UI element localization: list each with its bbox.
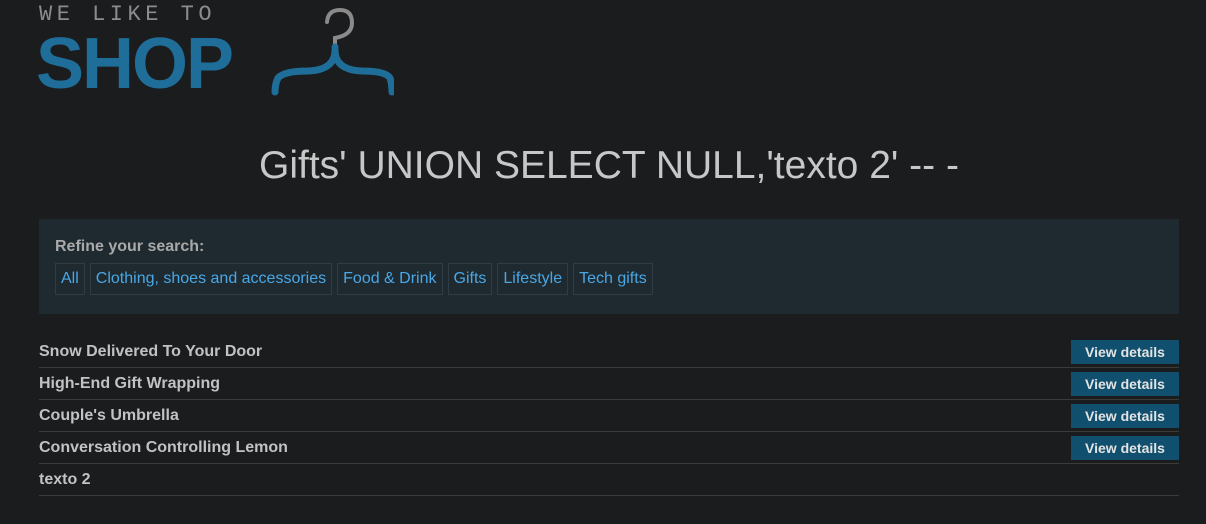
view-details-button[interactable]: View details [1071,340,1179,364]
filter-link-lifestyle[interactable]: Lifestyle [497,263,569,295]
logo-word: SHOP [36,24,234,104]
product-name: texto 2 [39,471,91,488]
product-list: Snow Delivered To Your Door View details… [39,336,1179,496]
filter-link-food-drink[interactable]: Food & Drink [337,263,443,295]
product-row: texto 2 [39,464,1179,496]
hanger-icon [271,7,394,96]
product-name: Conversation Controlling Lemon [39,439,288,456]
product-row: Snow Delivered To Your Door View details [39,336,1179,368]
filter-link-tech-gifts[interactable]: Tech gifts [573,263,653,295]
filter-links: All Clothing, shoes and accessories Food… [55,263,653,295]
filter-link-clothing[interactable]: Clothing, shoes and accessories [89,263,333,295]
view-details-button[interactable]: View details [1071,436,1179,460]
view-details-button[interactable]: View details [1071,404,1179,428]
product-row: Conversation Controlling Lemon View deta… [39,432,1179,464]
logo[interactable]: WE LIKE TO SHOP [36,2,398,104]
view-details-button[interactable]: View details [1071,372,1179,396]
logo-tagline: WE LIKE TO [39,2,217,27]
product-name: High-End Gift Wrapping [39,375,221,392]
product-name: Couple's Umbrella [39,407,179,424]
filter-label: Refine your search: [55,238,205,255]
filter-link-gifts[interactable]: Gifts [447,263,493,295]
page-title: Gifts' UNION SELECT NULL,'texto 2' -- - [259,144,959,187]
product-name: Snow Delivered To Your Door [39,343,263,360]
page: WE LIKE TO SHOP Gifts' UNION SELECT NULL… [0,0,1206,524]
filter-panel: Refine your search: All Clothing, shoes … [39,219,1179,314]
product-row: Couple's Umbrella View details [39,400,1179,432]
product-row: High-End Gift Wrapping View details [39,368,1179,400]
filter-link-all[interactable]: All [55,263,85,295]
